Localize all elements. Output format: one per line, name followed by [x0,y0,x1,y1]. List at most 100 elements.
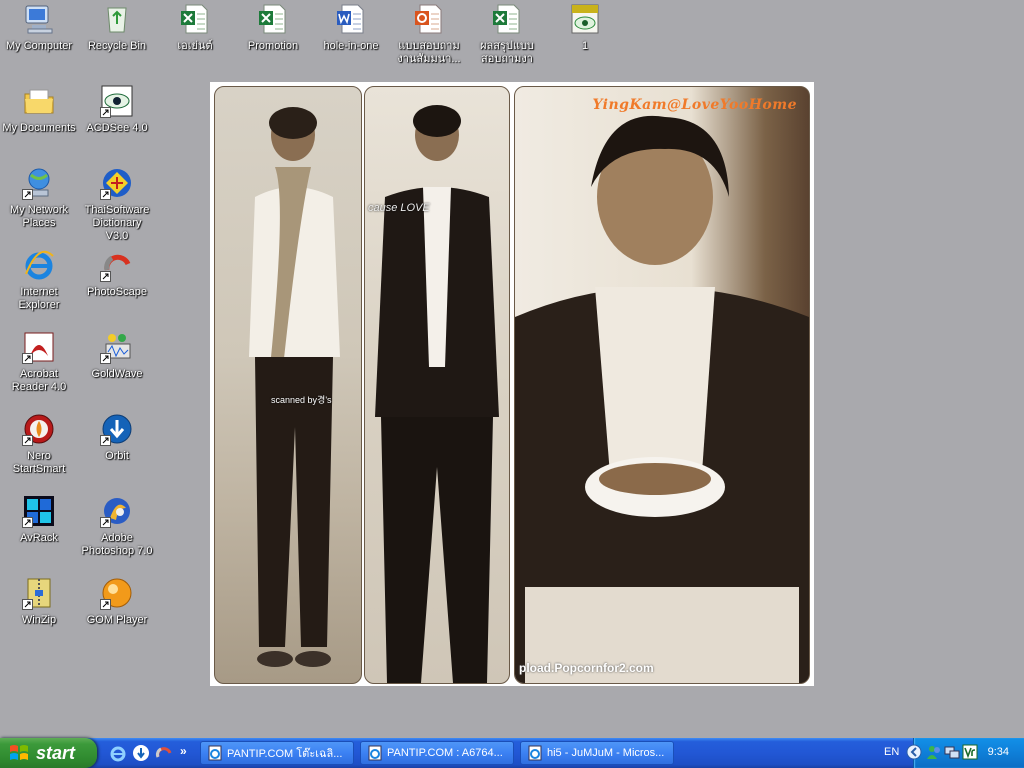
desktop[interactable]: scanned by경's YingKam@LoveYooHome pload.… [0,0,1024,738]
desktop-icon-excel-summary[interactable]: ผลสรุปแบบ สอบถามงา [468,2,546,66]
goldwave-icon [100,330,134,364]
desktop-icon-jpg-1[interactable]: 1 [546,2,624,53]
desktop-icon-label: ผลสรุปแบบ สอบถามงา [480,40,534,65]
shortcut-arrow-icon [22,353,33,364]
quicklaunch-internet-explorer-icon[interactable] [108,743,128,763]
desktop-icon-label: AvRack [20,532,58,544]
desktop-icon-winzip[interactable]: WinZip [0,576,78,627]
desktop-icon-label: Promotion [247,40,299,52]
desktop-icon-label: hole-in-one [323,40,379,52]
desktop-icon-label: Recycle Bin [87,40,147,52]
desktop-icon-acrobat-reader[interactable]: Acrobat Reader 4.0 [0,330,78,394]
wallpaper-panel-middle [364,86,510,684]
shortcut-arrow-icon [100,189,111,200]
desktop-icon-nero[interactable]: Nero StartSmart [0,412,78,476]
shortcut-arrow-icon [100,107,111,118]
wallpaper-watermark: YingKam@LoveYooHome [592,97,797,113]
desktop-icon-recycle-bin[interactable]: Recycle Bin [78,2,156,53]
shortcut-arrow-icon [22,189,33,200]
avrack-icon [22,494,56,528]
shortcut-arrow-icon [100,599,111,610]
gom-player-icon [100,576,134,610]
wallpaper-panel-left: scanned by경's [214,86,362,684]
system-tray: 9:34 [906,738,1024,768]
desktop-icon-photoshop[interactable]: Adobe Photoshop 7.0 [78,494,156,558]
start-label: start [36,742,76,763]
my-documents-icon [22,84,56,118]
desktop-icon-gom-player[interactable]: GOM Player [78,576,156,627]
excel-file-icon [178,2,212,36]
desktop-icon-label: Internet Explorer [18,286,60,311]
word-file-icon [334,2,368,36]
desktop-icon-orbit[interactable]: Orbit [78,412,156,463]
desktop-icon-label: Orbit [105,450,129,462]
acdsee-icon [100,84,134,118]
person-figure-right [515,115,809,683]
desktop-icon-label: PhotoScape [87,286,147,298]
desktop-icon-label: Nero StartSmart [12,450,66,475]
wallpaper: scanned by경's YingKam@LoveYooHome pload.… [210,82,814,686]
excel-file-icon [256,2,290,36]
orbit-icon [100,412,134,446]
quicklaunch-photoscape-icon[interactable] [154,743,174,763]
clock[interactable]: 9:34 [988,746,1009,758]
powerpoint-file-icon [412,2,446,36]
desktop-icon-label: 1 [581,40,589,52]
desktop-icon-label: ThaiSoftware Dictionary V3.0 [84,204,150,242]
desktop-icon-my-computer[interactable]: My Computer [0,2,78,53]
nero-icon [22,412,56,446]
photoscape-icon [100,248,134,282]
desktop-icon-excel-agent[interactable]: เอเย่นต์ [156,2,234,53]
desktop-icon-avrack[interactable]: AvRack [0,494,78,545]
winzip-icon [22,576,56,610]
desktop-icon-my-documents[interactable]: My Documents [0,84,78,135]
desktop-icon-photoscape[interactable]: PhotoScape [78,248,156,299]
shortcut-arrow-icon [100,271,111,282]
taskbar-button-pantip-2[interactable]: PANTIP.COM : A6764... [360,741,514,765]
desktop-icon-label: WinZip [21,614,57,626]
ie-page-icon [368,745,382,761]
windows-logo-icon [10,745,28,760]
desktop-icon-powerpoint-survey[interactable]: แบบสอบถาม งานสัมมนา... [390,2,468,66]
person-figure-left [249,107,340,667]
quicklaunch-orbit-icon[interactable] [131,743,151,763]
language-indicator[interactable]: EN [884,746,899,758]
wallpaper-side-text: cause LOVE [368,202,430,214]
shortcut-arrow-icon [22,435,33,446]
desktop-icon-acdsee[interactable]: ACDSee 4.0 [78,84,156,135]
desktop-icon-goldwave[interactable]: GoldWave [78,330,156,381]
dictionary-icon [100,166,134,200]
wallpaper-scan-text: scanned by경's [271,395,332,405]
jpg-file-icon [568,2,602,36]
quicklaunch-more-button[interactable]: » [180,744,187,758]
recycle-bin-icon [100,2,134,36]
desktop-icon-label: Acrobat Reader 4.0 [11,368,67,393]
network-icon[interactable] [944,744,960,760]
wallpaper-panel-right: YingKam@LoveYooHome pload.Popcornfor2.co… [514,86,810,684]
taskbar: start » PANTIP.COM โต๊ะเฉลิ... PANTIP.CO… [0,738,1024,768]
taskbar-button-label: PANTIP.COM : A6764... [387,747,503,759]
desktop-icon-label: My Documents [2,122,76,134]
desktop-icon-thai-dictionary[interactable]: ThaiSoftware Dictionary V3.0 [78,166,156,243]
internet-explorer-icon [22,248,56,282]
desktop-icon-internet-explorer[interactable]: Internet Explorer [0,248,78,312]
tray-expand-icon[interactable] [906,744,922,760]
ie-page-icon [208,745,222,761]
taskbar-button-label: hi5 - JuMJuM - Micros... [547,747,665,759]
taskbar-button-hi5[interactable]: hi5 - JuMJuM - Micros... [520,741,674,765]
antivirus-icon[interactable] [962,744,978,760]
shortcut-arrow-icon [22,517,33,528]
desktop-icon-network-places[interactable]: My Network Places [0,166,78,230]
desktop-icon-excel-promotion[interactable]: Promotion [234,2,312,53]
person-figure-middle [375,105,499,683]
start-button[interactable]: start [0,738,97,768]
network-places-icon [22,166,56,200]
wallpaper-footer-text: pload.Popcornfor2.com [519,661,654,675]
photoshop-icon [100,494,134,528]
messenger-icon[interactable] [926,744,942,760]
ie-page-icon [528,745,542,761]
desktop-icon-label: Adobe Photoshop 7.0 [81,532,153,557]
desktop-icon-label: My Computer [5,40,73,52]
desktop-icon-word-hole-in-one[interactable]: hole-in-one [312,2,390,53]
taskbar-button-pantip-1[interactable]: PANTIP.COM โต๊ะเฉลิ... [200,741,354,765]
